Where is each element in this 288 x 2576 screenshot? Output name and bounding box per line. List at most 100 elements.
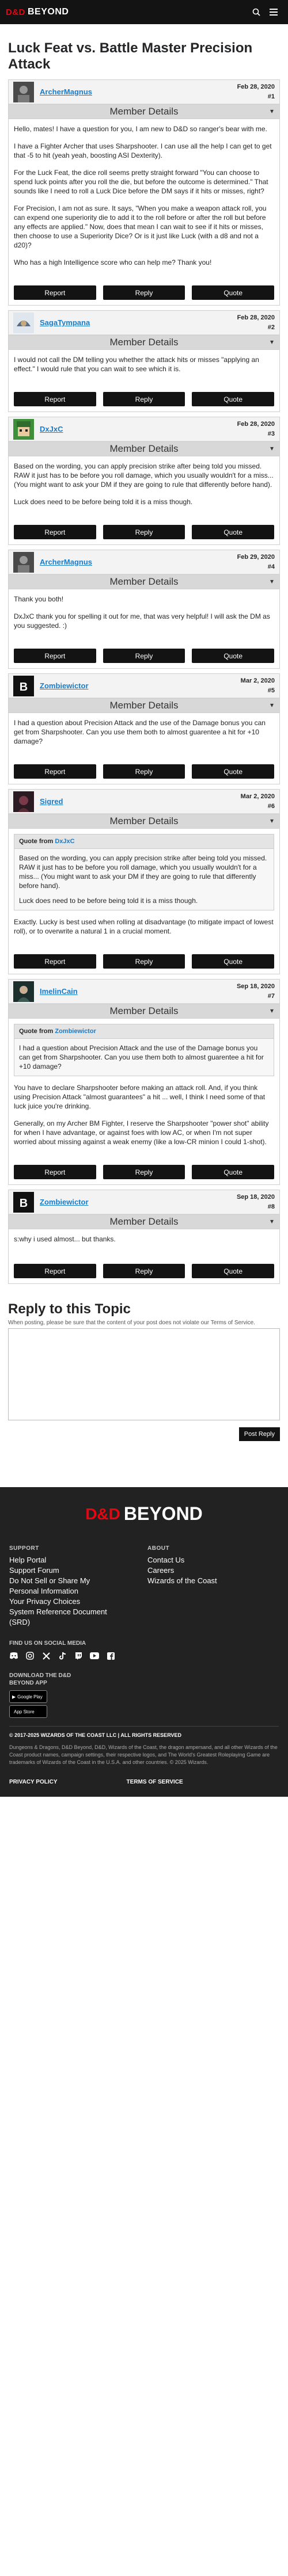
terms-of-service-link[interactable]: TERMS OF SERVICE <box>127 1779 183 1785</box>
post-number[interactable]: #1 <box>268 93 275 100</box>
avatar[interactable]: B <box>13 1191 34 1213</box>
report-button[interactable]: Report <box>14 392 96 406</box>
discord-icon[interactable] <box>9 1651 18 1660</box>
username-link[interactable]: ImelinCain <box>40 987 78 996</box>
footer: D&D BEYOND SUPPORT Help Portal Support Fo… <box>0 1487 288 1797</box>
member-details-toggle[interactable]: Member Details ▾ <box>9 1214 279 1229</box>
google-play-button[interactable]: ▶ Google Play <box>9 1690 47 1703</box>
avatar[interactable] <box>13 981 34 1002</box>
footer-link[interactable]: Contact Us <box>147 1555 245 1565</box>
app-store-label: App Store <box>14 1709 35 1714</box>
reply-button[interactable]: Reply <box>103 1264 185 1278</box>
avatar[interactable] <box>13 418 34 440</box>
copyright: © 2017-2025 WIZARDS OF THE COAST LLC | A… <box>9 1726 279 1738</box>
avatar[interactable] <box>13 81 34 102</box>
facebook-icon[interactable] <box>106 1651 115 1660</box>
post-reply-button[interactable]: Post Reply <box>238 1427 280 1441</box>
member-details-toggle[interactable]: Member Details ▾ <box>9 698 279 713</box>
privacy-policy-link[interactable]: PRIVACY POLICY <box>9 1779 58 1785</box>
username-link[interactable]: SagaTympana <box>40 318 90 327</box>
member-details-toggle[interactable]: Member Details ▾ <box>9 814 279 829</box>
post-header: Sigred Mar 2, 2020 #6 <box>9 790 279 814</box>
post-body: Quote from Zombiewictor I had a question … <box>9 1019 279 1153</box>
footer-link[interactable]: Careers <box>147 1565 245 1576</box>
post-number[interactable]: #8 <box>268 1203 275 1210</box>
username-link[interactable]: DxJxC <box>40 425 63 433</box>
member-details-toggle[interactable]: Member Details ▾ <box>9 441 279 456</box>
avatar[interactable] <box>13 551 34 573</box>
forum-post: B Zombiewictor Sep 18, 2020 #8 Member Detail… <box>8 1190 280 1284</box>
quote-button[interactable]: Quote <box>192 392 275 406</box>
youtube-icon[interactable] <box>90 1651 99 1660</box>
quote-button[interactable]: Quote <box>192 525 275 539</box>
report-button[interactable]: Report <box>14 1264 96 1278</box>
post-number[interactable]: #4 <box>268 563 275 570</box>
quote-button[interactable]: Quote <box>192 1165 275 1179</box>
quote-paragraph: Luck does need to be before being told i… <box>19 897 198 905</box>
avatar[interactable] <box>13 312 34 333</box>
reply-button[interactable]: Reply <box>103 285 185 300</box>
social-icons <box>9 1651 279 1660</box>
reply-button[interactable]: Reply <box>103 954 185 969</box>
x-icon[interactable] <box>41 1651 51 1660</box>
reply-button[interactable]: Reply <box>103 649 185 663</box>
footer-logo[interactable]: D&D BEYOND <box>9 1503 279 1525</box>
footer-link[interactable]: Support Forum <box>9 1565 107 1576</box>
post-number[interactable]: #5 <box>268 687 275 694</box>
post-number[interactable]: #6 <box>268 803 275 810</box>
report-button[interactable]: Report <box>14 764 96 779</box>
member-details-toggle[interactable]: Member Details ▾ <box>9 574 279 589</box>
quote-author-link[interactable]: DxJxC <box>55 838 74 845</box>
app-store-button[interactable]: App Store <box>9 1705 47 1718</box>
quote-author-link[interactable]: Zombiewictor <box>55 1028 96 1035</box>
avatar[interactable] <box>13 791 34 812</box>
username-link[interactable]: ArcherMagnus <box>40 558 92 566</box>
support-heading: SUPPORT <box>9 1545 39 1552</box>
reply-button[interactable]: Reply <box>103 1165 185 1179</box>
footer-link[interactable]: Your Privacy Choices <box>9 1596 107 1607</box>
post-header: SagaTympana Feb 28, 2020 #2 <box>9 311 279 335</box>
instagram-icon[interactable] <box>25 1651 35 1660</box>
post-paragraph: Who has a high Intelligence score who ca… <box>14 258 212 266</box>
post-actions: Report Reply Quote <box>9 753 279 784</box>
twitch-icon[interactable] <box>74 1651 83 1660</box>
reply-editor[interactable] <box>8 1328 280 1420</box>
footer-link[interactable]: Wizards of the Coast <box>147 1576 245 1586</box>
quote-button[interactable]: Quote <box>192 1264 275 1278</box>
username-link[interactable]: Zombiewictor <box>40 1198 89 1206</box>
site-logo[interactable]: D&D BEYOND <box>6 7 69 17</box>
username-link[interactable]: Sigred <box>40 797 63 806</box>
member-details-toggle[interactable]: Member Details ▾ <box>9 1004 279 1019</box>
report-button[interactable]: Report <box>14 649 96 663</box>
post-list: ArcherMagnus Feb 28, 2020 #1 Member Details… <box>8 79 280 1284</box>
tiktok-icon[interactable] <box>58 1651 67 1660</box>
member-details-toggle[interactable]: Member Details ▾ <box>9 335 279 350</box>
member-details-toggle[interactable]: Member Details ▾ <box>9 104 279 119</box>
post-number[interactable]: #2 <box>268 324 275 331</box>
quote-button[interactable]: Quote <box>192 285 275 300</box>
post-number[interactable]: #7 <box>268 993 275 1000</box>
username-link[interactable]: ArcherMagnus <box>40 87 92 96</box>
report-button[interactable]: Report <box>14 954 96 969</box>
footer-link[interactable]: Do Not Sell or Share My Personal Informa… <box>9 1576 107 1596</box>
report-button[interactable]: Report <box>14 285 96 300</box>
report-button[interactable]: Report <box>14 525 96 539</box>
reply-button[interactable]: Reply <box>103 525 185 539</box>
menu-icon[interactable] <box>265 3 282 21</box>
username-link[interactable]: Zombiewictor <box>40 681 89 690</box>
post-date: Mar 2, 2020 <box>240 677 275 684</box>
quote-button[interactable]: Quote <box>192 954 275 969</box>
reply-button[interactable]: Reply <box>103 764 185 779</box>
post-paragraph: For the Luck Feat, the dice roll seems p… <box>14 169 268 195</box>
chevron-down-icon: ▾ <box>270 701 274 709</box>
report-button[interactable]: Report <box>14 1165 96 1179</box>
quote-button[interactable]: Quote <box>192 764 275 779</box>
avatar[interactable]: B <box>13 675 34 696</box>
footer-link[interactable]: System Reference Document (SRD) <box>9 1607 107 1628</box>
chevron-down-icon: ▾ <box>270 338 274 346</box>
quote-button[interactable]: Quote <box>192 649 275 663</box>
reply-button[interactable]: Reply <box>103 392 185 406</box>
search-icon[interactable] <box>248 3 265 21</box>
post-number[interactable]: #3 <box>268 430 275 437</box>
footer-link[interactable]: Help Portal <box>9 1555 107 1565</box>
